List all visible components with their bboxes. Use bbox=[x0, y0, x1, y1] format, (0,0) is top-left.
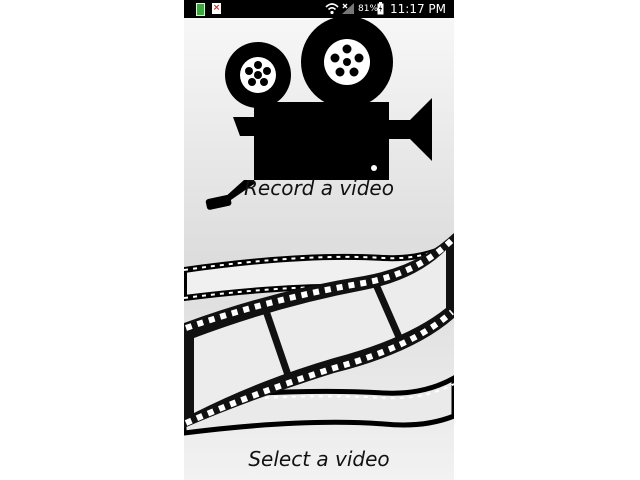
battery-charging-icon bbox=[377, 2, 384, 15]
notification-green-icon bbox=[196, 3, 205, 16]
clock: 11:17 PM bbox=[390, 2, 446, 16]
select-video-button[interactable]: Select a video bbox=[184, 228, 454, 480]
wifi-icon bbox=[325, 3, 339, 15]
battery-percent: 81% bbox=[358, 4, 379, 14]
film-strip-icon bbox=[184, 233, 454, 436]
record-video-label: Record a video bbox=[244, 176, 394, 200]
app-screen: × 81% 11:17 PM Record a video Select a v… bbox=[184, 0, 454, 480]
notification-error-icon: × bbox=[212, 3, 221, 14]
record-video-button[interactable]: Record a video bbox=[184, 18, 454, 218]
select-video-label: Select a video bbox=[248, 447, 390, 471]
no-signal-icon bbox=[342, 3, 354, 14]
status-bar: × 81% 11:17 PM bbox=[184, 0, 454, 18]
